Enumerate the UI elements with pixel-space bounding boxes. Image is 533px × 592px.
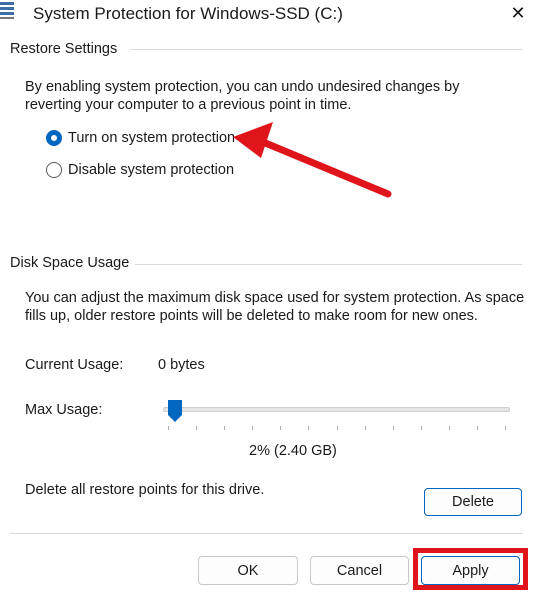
slider-tick (392, 426, 394, 430)
restore-description-line-1: By enabling system protection, you can u… (25, 79, 460, 95)
slider-tick (308, 426, 310, 430)
max-usage-slider-track[interactable] (163, 407, 510, 412)
title-bar: System Protection for Windows-SSD (C:) ✕ (0, 0, 533, 30)
system-protection-icon (0, 2, 16, 20)
radio-turn-on-protection[interactable]: Turn on system protection (46, 130, 235, 146)
disk-space-description: You can adjust the maximum disk space us… (25, 289, 525, 325)
slider-tick (252, 426, 254, 430)
delete-button[interactable]: Delete (424, 488, 522, 516)
max-usage-slider-thumb[interactable] (167, 400, 182, 422)
delete-restore-points-text: Delete all restore points for this drive… (25, 482, 265, 498)
cancel-button[interactable]: Cancel (310, 556, 409, 585)
current-usage-value: 0 bytes (158, 357, 205, 373)
slider-tick (168, 426, 169, 430)
disk-description-line-2: fills up, older restore points will be d… (25, 308, 478, 324)
disk-description-line-1: You can adjust the maximum disk space us… (25, 290, 525, 306)
radio-disable-protection[interactable]: Disable system protection (46, 162, 234, 178)
slider-tick (224, 426, 226, 430)
close-icon: ✕ (510, 2, 526, 23)
restore-description-line-2: reverting your computer to a previous po… (25, 97, 352, 113)
radio-selected-indicator[interactable] (46, 130, 62, 146)
restore-settings-divider (130, 49, 522, 50)
slider-tick (280, 426, 282, 430)
radio-unselected-indicator[interactable] (46, 162, 62, 178)
slider-tick (505, 426, 506, 430)
red-arrow-annotation (233, 122, 392, 198)
restore-settings-group-title: Restore Settings (10, 41, 118, 57)
disk-space-divider (135, 264, 522, 265)
slider-tick (476, 426, 478, 430)
slider-tick (336, 426, 338, 430)
radio-disable-label: Disable system protection (68, 162, 235, 178)
ok-button[interactable]: OK (198, 556, 298, 585)
slider-tick (364, 426, 366, 430)
apply-highlight-box (413, 548, 528, 590)
restore-settings-description: By enabling system protection, you can u… (25, 78, 505, 114)
slider-tick (448, 426, 450, 430)
footer-divider (10, 533, 523, 534)
window-title: System Protection for Windows-SSD (C:) (33, 4, 343, 23)
slider-tick (420, 426, 422, 430)
max-usage-readout: 2% (2.40 GB) (249, 443, 337, 459)
close-button[interactable]: ✕ (503, 0, 533, 26)
slider-tick (196, 426, 198, 430)
max-usage-label: Max Usage: (25, 402, 103, 418)
disk-space-group-title: Disk Space Usage (10, 255, 130, 271)
radio-turn-on-label: Turn on system protection (68, 130, 236, 146)
current-usage-label: Current Usage: (25, 357, 124, 373)
